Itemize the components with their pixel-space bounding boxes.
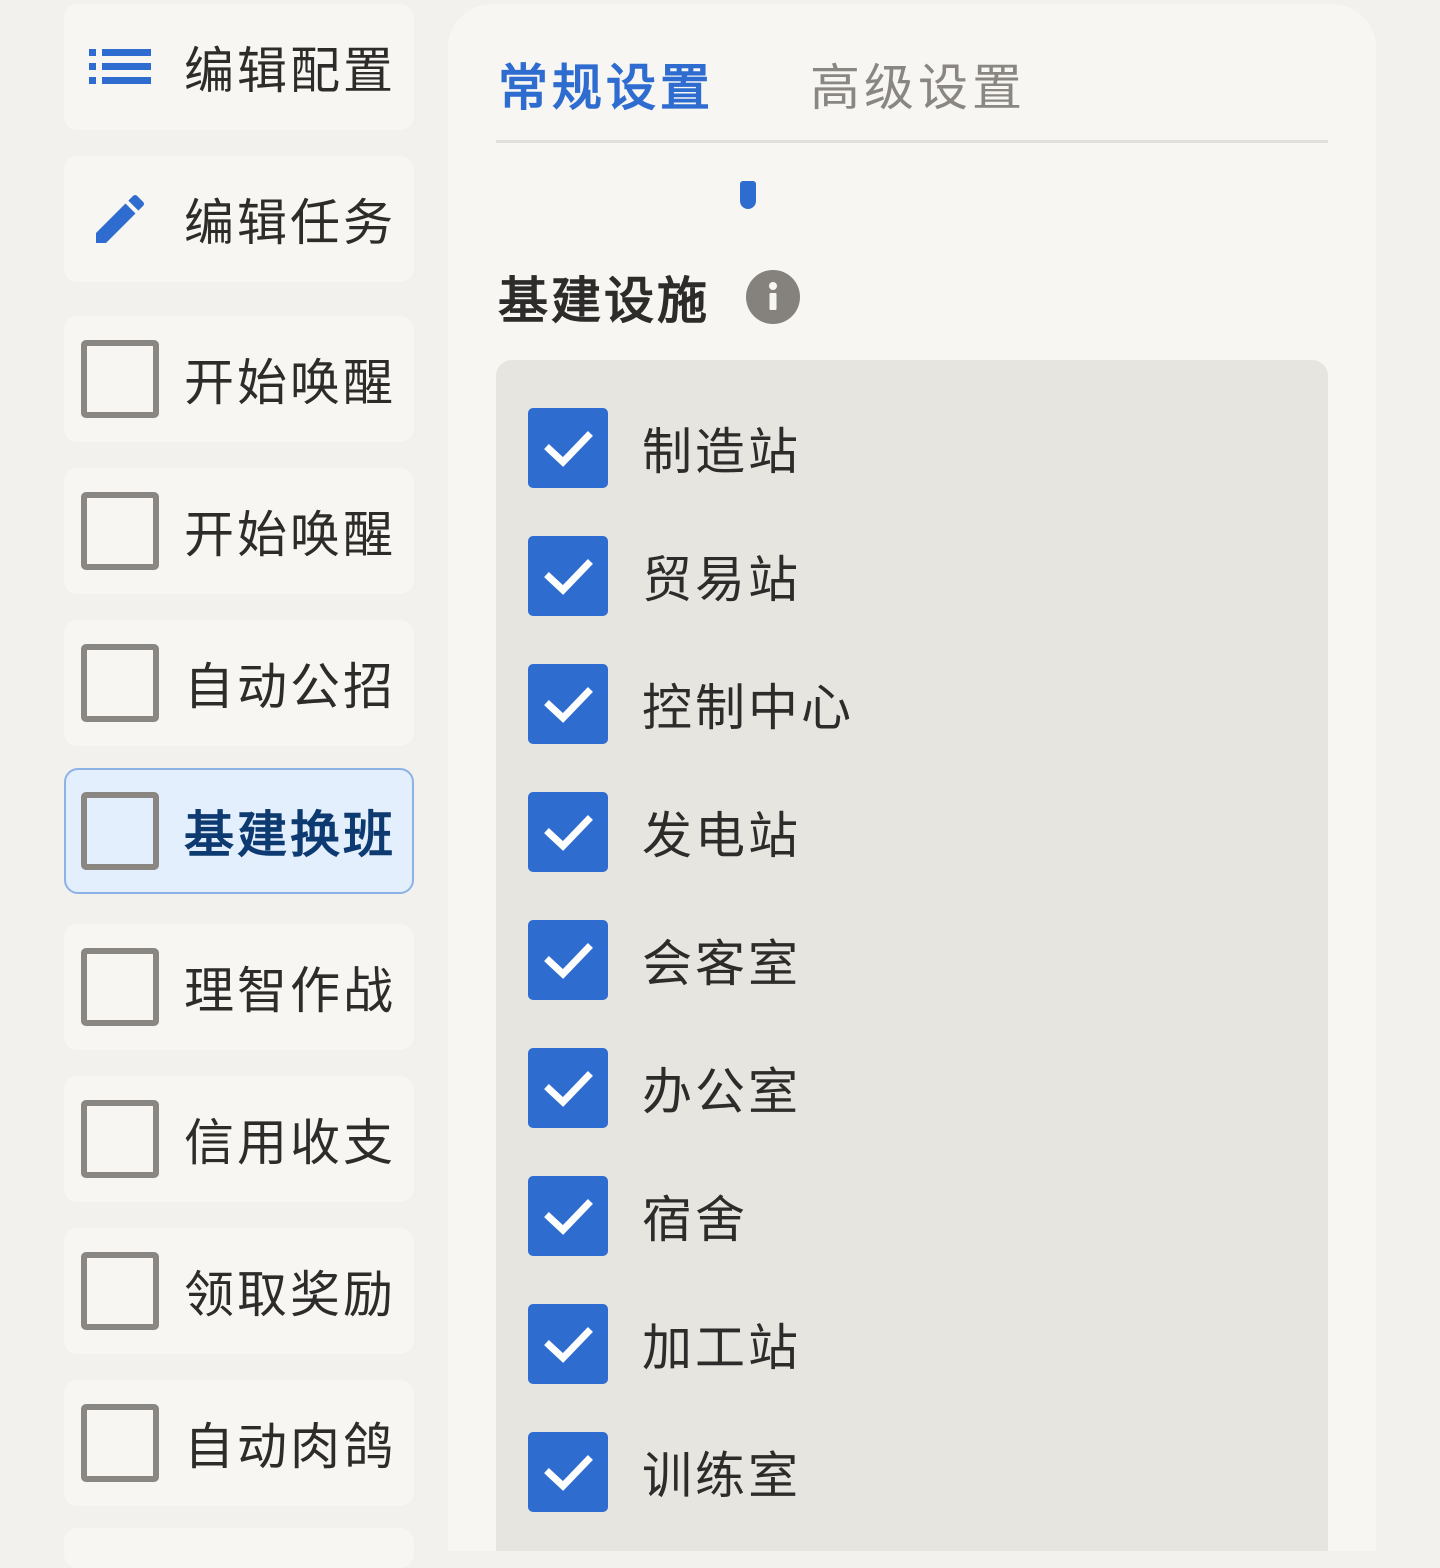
- task-label: 理智作战: [184, 962, 396, 1020]
- facility-checkbox[interactable]: [528, 792, 608, 872]
- facility-checkbox[interactable]: [528, 1304, 608, 1384]
- task-label: 自动公招: [184, 658, 396, 716]
- settings-panel: 常规设置 高级设置 基建设施 制造站 贸易站 控制中心 发电站 会客室 办公室 …: [448, 4, 1376, 1551]
- section-header: 基建设施: [498, 266, 800, 330]
- facility-label: 控制中心: [642, 679, 854, 737]
- facility-item[interactable]: 发电站: [528, 792, 1128, 872]
- pencil-icon: [81, 180, 159, 258]
- checkmark-icon: [544, 1327, 593, 1363]
- task-checkbox[interactable]: [81, 1252, 159, 1330]
- facility-checkbox[interactable]: [528, 920, 608, 1000]
- task-item-combat[interactable]: 理智作战: [64, 924, 414, 1050]
- list-icon: [81, 28, 159, 106]
- facility-item[interactable]: 训练室: [528, 1432, 1128, 1512]
- checkmark-icon: [544, 687, 593, 723]
- edit-config-button[interactable]: 编辑配置: [64, 4, 414, 130]
- task-item-partial[interactable]: [64, 1528, 414, 1568]
- task-checkbox[interactable]: [81, 492, 159, 570]
- task-label: 信用收支: [184, 1114, 396, 1172]
- edit-config-label: 编辑配置: [184, 42, 396, 100]
- task-checkbox[interactable]: [81, 792, 159, 870]
- task-item-rewards[interactable]: 领取奖励: [64, 1228, 414, 1354]
- facility-label: 加工站: [642, 1319, 801, 1377]
- facility-list: 制造站 贸易站 控制中心 发电站 会客室 办公室 宿舍 加工站 训练室: [496, 360, 1328, 1551]
- facility-checkbox[interactable]: [528, 408, 608, 488]
- checkmark-icon: [544, 1071, 593, 1107]
- facility-item[interactable]: 宿舍: [528, 1176, 1128, 1256]
- section-title: 基建设施: [498, 272, 710, 330]
- task-item-wakeup-2[interactable]: 开始唤醒: [64, 468, 414, 594]
- task-item-roguelike[interactable]: 自动肉鸽: [64, 1380, 414, 1506]
- checkmark-icon: [544, 943, 593, 979]
- facility-checkbox[interactable]: [528, 1048, 608, 1128]
- task-label: 开始唤醒: [184, 354, 396, 412]
- facility-item[interactable]: 贸易站: [528, 536, 1128, 616]
- facility-item[interactable]: 会客室: [528, 920, 1128, 1000]
- facility-label: 贸易站: [642, 551, 801, 609]
- checkmark-icon: [544, 559, 593, 595]
- checkmark-icon: [544, 431, 593, 467]
- checkmark-icon: [544, 1455, 593, 1491]
- tab-general-settings[interactable]: 常规设置: [498, 48, 714, 120]
- facility-checkbox[interactable]: [528, 1176, 608, 1256]
- task-checkbox[interactable]: [81, 948, 159, 1026]
- task-label: 领取奖励: [184, 1266, 396, 1324]
- task-item-infrastructure[interactable]: 基建换班: [64, 768, 414, 894]
- checkmark-icon: [544, 1199, 593, 1235]
- facility-item[interactable]: 制造站: [528, 408, 1128, 488]
- task-checkbox[interactable]: [81, 1404, 159, 1482]
- facility-checkbox[interactable]: [528, 1432, 608, 1512]
- facility-label: 制造站: [642, 423, 801, 481]
- facility-checkbox[interactable]: [528, 664, 608, 744]
- facility-label: 训练室: [642, 1447, 801, 1505]
- facility-item[interactable]: 加工站: [528, 1304, 1128, 1384]
- edit-tasks-button[interactable]: 编辑任务: [64, 156, 414, 282]
- task-label: 自动肉鸽: [184, 1418, 396, 1476]
- facility-label: 发电站: [642, 807, 801, 865]
- facility-checkbox[interactable]: [528, 536, 608, 616]
- facility-label: 会客室: [642, 935, 801, 993]
- task-label: 基建换班: [184, 806, 396, 864]
- checkmark-icon: [544, 815, 593, 851]
- facility-label: 宿舍: [642, 1191, 748, 1249]
- facility-item[interactable]: 控制中心: [528, 664, 1128, 744]
- facility-item[interactable]: 办公室: [528, 1048, 1128, 1128]
- edit-tasks-label: 编辑任务: [184, 194, 396, 252]
- tab-advanced-settings[interactable]: 高级设置: [810, 48, 1026, 120]
- task-item-wakeup-1[interactable]: 开始唤醒: [64, 316, 414, 442]
- settings-tabs: 常规设置 高级设置: [496, 4, 1328, 143]
- task-item-credit[interactable]: 信用收支: [64, 1076, 414, 1202]
- task-item-recruit[interactable]: 自动公招: [64, 620, 414, 746]
- scroll-indicator: [740, 181, 756, 209]
- facility-label: 办公室: [642, 1063, 801, 1121]
- task-checkbox[interactable]: [81, 644, 159, 722]
- task-checkbox[interactable]: [81, 1100, 159, 1178]
- info-icon[interactable]: [746, 270, 800, 324]
- task-label: 开始唤醒: [184, 506, 396, 564]
- task-checkbox[interactable]: [81, 340, 159, 418]
